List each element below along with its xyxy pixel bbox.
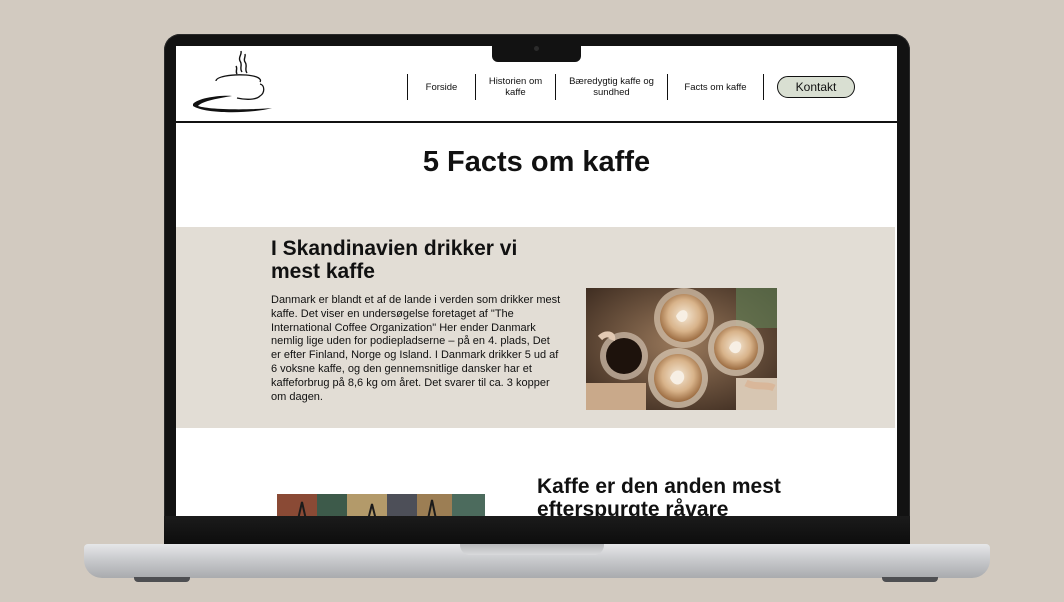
nav-item-forside[interactable]: Forside bbox=[407, 74, 475, 100]
laptop-foot-left bbox=[134, 577, 190, 582]
laptop-foot-right bbox=[882, 577, 938, 582]
camera-icon bbox=[534, 46, 539, 51]
laptop-hinge bbox=[164, 516, 910, 546]
main-nav: Forside Historien om kaffe Bæredygtig ka… bbox=[407, 74, 855, 100]
nav-item-historien[interactable]: Historien om kaffe bbox=[475, 74, 555, 100]
coffee-cups-photo bbox=[586, 288, 777, 410]
fact-heading: I Skandinavien drikker vi mest kaffe bbox=[271, 237, 518, 283]
contact-button[interactable]: Kontakt bbox=[777, 76, 855, 98]
fact-section-1: I Skandinavien drikker vi mest kaffe Dan… bbox=[176, 227, 895, 428]
fact-body: Danmark er blandt et af de lande i verde… bbox=[271, 294, 561, 403]
website-screen: Forside Historien om kaffe Bæredygtig ka… bbox=[176, 46, 897, 516]
nav-divider bbox=[763, 74, 777, 100]
shipping-containers-photo bbox=[277, 494, 485, 516]
nav-item-baeredygtig[interactable]: Bæredygtig kaffe og sundhed bbox=[555, 74, 667, 100]
coffee-cup-logo-icon[interactable] bbox=[190, 48, 274, 118]
fact-heading-2: Kaffe er den anden mest efterspurgte råv… bbox=[537, 475, 781, 516]
nav-item-facts[interactable]: Facts om kaffe bbox=[667, 74, 763, 100]
page-title: 5 Facts om kaffe bbox=[422, 146, 651, 178]
laptop-mockup: Forside Historien om kaffe Bæredygtig ka… bbox=[0, 0, 1064, 602]
laptop-thumb-recess bbox=[460, 544, 604, 555]
